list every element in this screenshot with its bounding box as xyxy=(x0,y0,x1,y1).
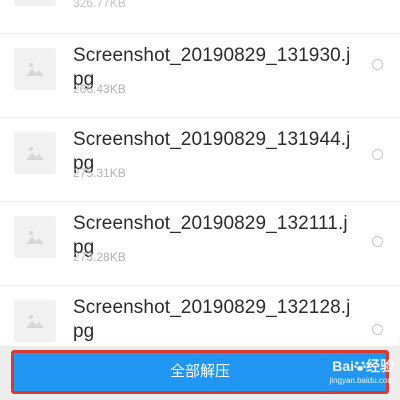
select-radio[interactable] xyxy=(372,149,383,160)
image-placeholder-icon xyxy=(14,132,56,174)
extract-all-label: 全部解压 xyxy=(169,363,230,380)
select-radio[interactable] xyxy=(372,324,383,335)
list-item[interactable]: 326.77KB xyxy=(0,0,400,34)
list-item[interactable]: Screenshot_20190829_132128.jpg xyxy=(0,286,400,346)
file-list: 326.77KB Screenshot_20190829_131930.jpg … xyxy=(0,0,400,346)
zip-viewer-screen: 326.77KB Screenshot_20190829_131930.jpg … xyxy=(0,0,400,400)
watermark-url: jingyan.baidu.com xyxy=(329,376,394,385)
baidu-paw-icon xyxy=(354,361,366,371)
select-radio[interactable] xyxy=(372,59,383,70)
file-size: 326.77KB xyxy=(73,0,126,10)
image-placeholder-icon xyxy=(14,216,56,258)
list-item[interactable]: Screenshot_20190829_131930.jpg 266.43KB xyxy=(0,34,400,118)
select-radio[interactable] xyxy=(372,236,383,247)
list-item[interactable]: Screenshot_20190829_132111.jpg 273.28KB xyxy=(0,202,400,286)
watermark-brand: Bai 经验 xyxy=(332,358,394,374)
file-size: 275.31KB xyxy=(73,166,126,180)
image-placeholder-icon xyxy=(14,0,56,6)
bottom-action-bar: 全部解压 Bai 经验 jingyan.baidu.com xyxy=(0,346,400,400)
file-name: Screenshot_20190829_132128.jpg xyxy=(73,297,351,342)
file-size: 266.43KB xyxy=(73,82,126,96)
baidu-jingyan-watermark: Bai 经验 jingyan.baidu.com xyxy=(302,356,394,394)
image-placeholder-icon xyxy=(14,48,56,90)
image-placeholder-icon xyxy=(14,300,56,342)
list-item[interactable]: Screenshot_20190829_131944.jpg 275.31KB xyxy=(0,118,400,202)
file-size: 273.28KB xyxy=(73,250,126,264)
